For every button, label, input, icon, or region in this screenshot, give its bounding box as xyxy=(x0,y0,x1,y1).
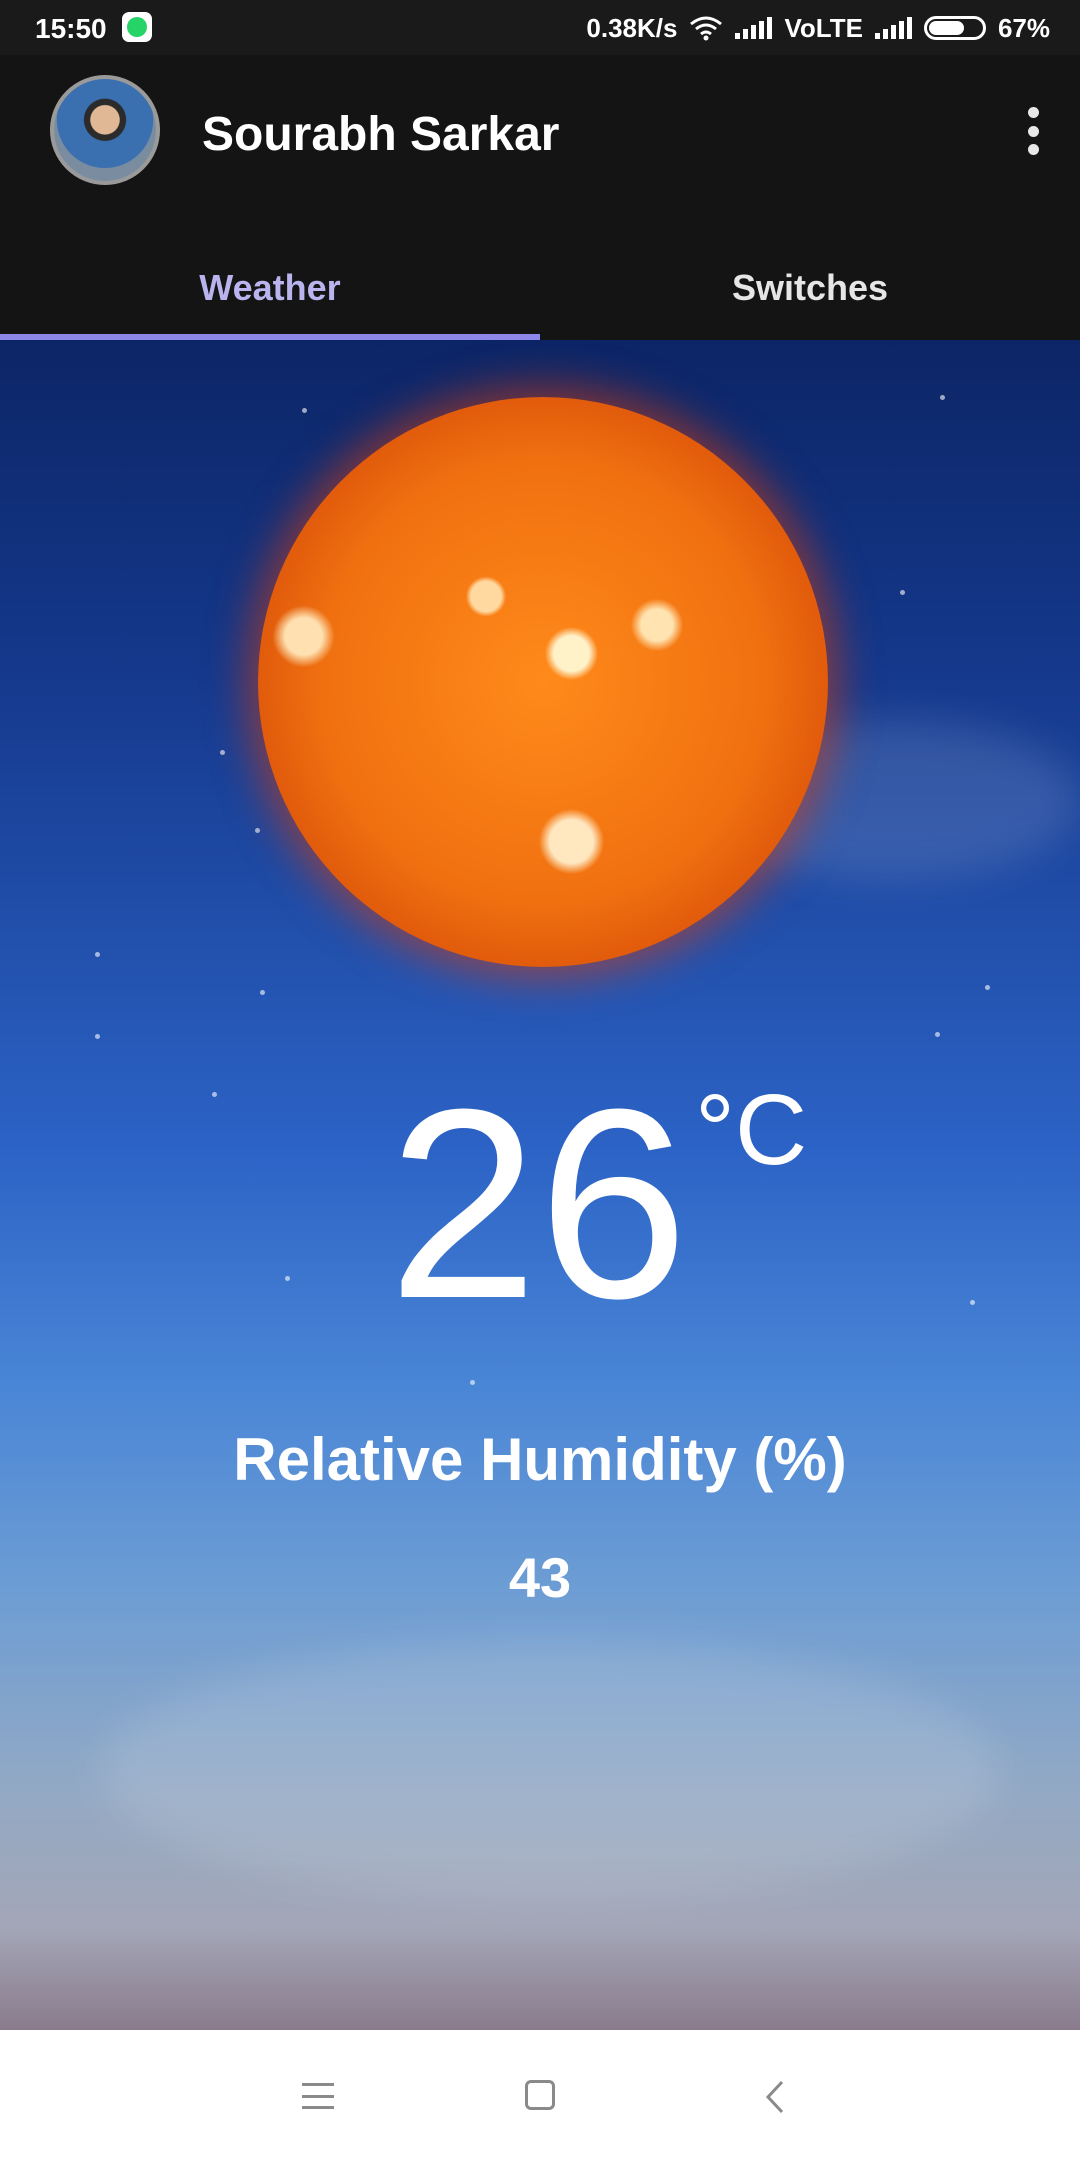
signal-icon-2 xyxy=(874,17,912,39)
home-icon[interactable] xyxy=(525,2080,555,2110)
star xyxy=(260,990,265,995)
status-bar: 15:50 0.38K/s VoLTE 67% xyxy=(0,0,1080,55)
star xyxy=(285,1276,290,1281)
tab-bar: Weather Switches xyxy=(0,235,1080,340)
star xyxy=(470,1380,475,1385)
star xyxy=(255,828,260,833)
tab-switches[interactable]: Switches xyxy=(540,235,1080,340)
more-vert-icon[interactable] xyxy=(1026,107,1040,155)
network-type: VoLTE xyxy=(784,12,863,43)
star xyxy=(935,1032,940,1037)
temperature-unit: °C xyxy=(695,1074,808,1186)
sun-image xyxy=(258,397,828,967)
star xyxy=(940,395,945,400)
whatsapp-icon xyxy=(122,12,152,42)
weather-panel: 26 °C Relative Humidity (%) 43 xyxy=(0,340,1080,2030)
system-nav-bar xyxy=(0,2030,1080,2160)
status-time: 15:50 xyxy=(35,13,107,44)
star xyxy=(302,408,307,413)
battery-icon xyxy=(923,16,986,40)
star xyxy=(985,985,990,990)
star xyxy=(212,1092,217,1097)
signal-icon xyxy=(735,17,773,39)
temperature-value: 26 xyxy=(388,1054,689,1355)
star xyxy=(900,590,905,595)
user-name: Sourabh Sarkar xyxy=(202,108,560,161)
cloud-haze xyxy=(100,1640,1000,1900)
star xyxy=(970,1300,975,1305)
tab-weather[interactable]: Weather xyxy=(0,235,540,340)
network-speed: 0.38K/s xyxy=(586,12,678,43)
humidity-value: 43 xyxy=(508,1546,572,1609)
back-icon[interactable] xyxy=(760,2080,790,2114)
app-bar: Sourabh Sarkar Weather Switches xyxy=(0,55,1080,340)
avatar[interactable] xyxy=(50,75,160,185)
status-indicators: 0.38K/s VoLTE 67% xyxy=(586,10,1050,46)
star xyxy=(95,952,100,957)
star xyxy=(220,750,225,755)
humidity-label: Relative Humidity (%) xyxy=(233,1426,847,1493)
star xyxy=(95,1034,100,1039)
wifi-icon xyxy=(690,16,723,41)
menu-icon[interactable] xyxy=(302,2083,334,2109)
battery-percent: 67% xyxy=(997,12,1050,43)
